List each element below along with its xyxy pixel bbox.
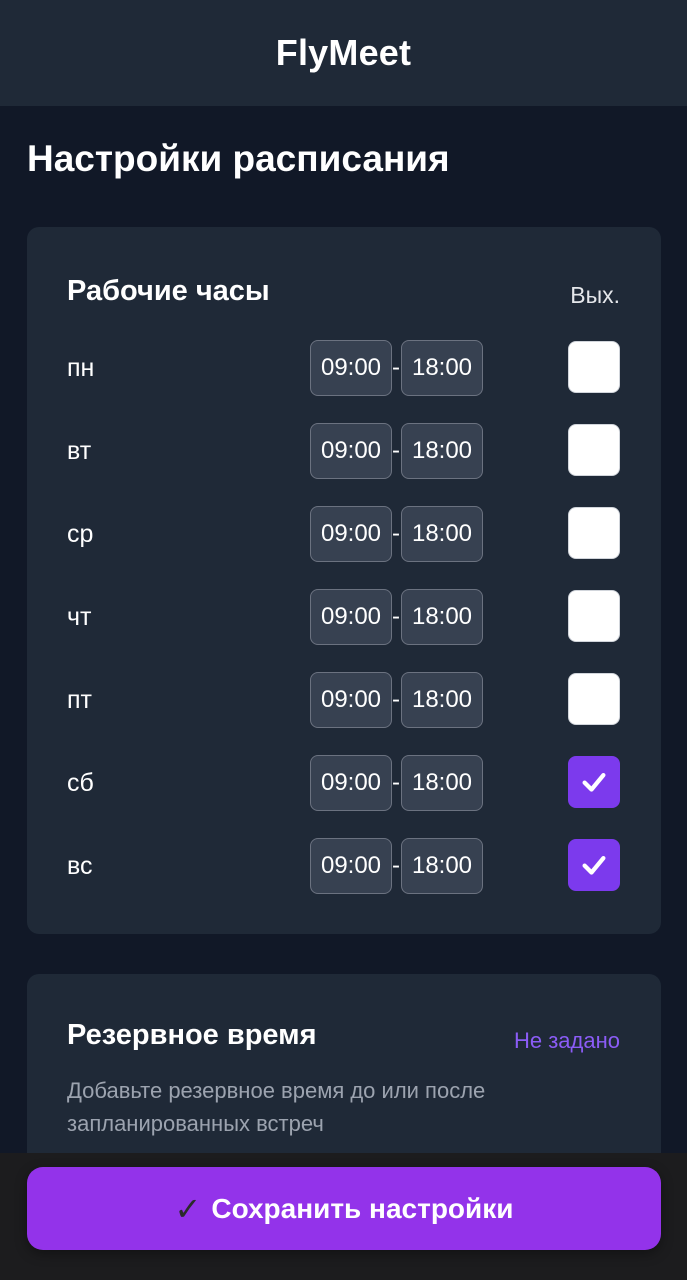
- day-row: ср 09:00-18:00: [27, 505, 661, 563]
- time-separator: -: [392, 603, 400, 630]
- buffer-time-status-link[interactable]: Не задано: [514, 1028, 620, 1054]
- end-time-input[interactable]: 18:00: [401, 755, 483, 811]
- day-off-column-header: Вых.: [570, 282, 620, 308]
- start-time-input[interactable]: 09:00: [310, 423, 392, 479]
- working-hours-card: Рабочие часы Вых. пн 09:00-18:00 вт 09:00-1…: [27, 227, 661, 934]
- day-label: пн: [67, 354, 95, 382]
- save-settings-button[interactable]: ✓ Сохранить настройки: [27, 1167, 661, 1250]
- check-icon: [582, 773, 606, 792]
- end-time-input[interactable]: 18:00: [401, 340, 483, 396]
- buffer-time-title: Резервное время: [67, 1019, 317, 1051]
- start-time-input[interactable]: 09:00: [310, 755, 392, 811]
- day-row: вс 09:00-18:00: [27, 837, 661, 895]
- app-title: FlyMeet: [275, 32, 412, 73]
- day-label: вс: [67, 852, 93, 880]
- day-off-checkbox[interactable]: [568, 507, 620, 559]
- time-separator: -: [392, 354, 400, 381]
- time-separator: -: [392, 686, 400, 713]
- end-time-input[interactable]: 18:00: [401, 506, 483, 562]
- start-time-input[interactable]: 09:00: [310, 506, 392, 562]
- day-row: пт 09:00-18:00: [27, 671, 661, 729]
- day-off-checkbox[interactable]: [568, 341, 620, 393]
- day-row: чт 09:00-18:00: [27, 588, 661, 646]
- day-label: вт: [67, 437, 92, 465]
- day-off-checkbox[interactable]: [568, 839, 620, 891]
- day-label: сб: [67, 769, 94, 797]
- day-label: чт: [67, 603, 92, 631]
- time-separator: -: [392, 769, 400, 796]
- start-time-input[interactable]: 09:00: [310, 340, 392, 396]
- day-off-checkbox[interactable]: [568, 673, 620, 725]
- app-header: FlyMeet: [0, 0, 687, 106]
- page-title: Настройки расписания: [27, 138, 450, 179]
- start-time-input[interactable]: 09:00: [310, 672, 392, 728]
- day-off-checkbox[interactable]: [568, 756, 620, 808]
- time-separator: -: [392, 520, 400, 547]
- time-separator: -: [392, 852, 400, 879]
- day-row: вт 09:00-18:00: [27, 422, 661, 480]
- check-icon: [582, 856, 606, 875]
- day-off-checkbox[interactable]: [568, 424, 620, 476]
- checkmark-icon: ✓: [174, 1190, 202, 1227]
- day-label: ср: [67, 520, 94, 548]
- end-time-input[interactable]: 18:00: [401, 838, 483, 894]
- end-time-input[interactable]: 18:00: [401, 589, 483, 645]
- day-row: сб 09:00-18:00: [27, 754, 661, 812]
- start-time-input[interactable]: 09:00: [310, 838, 392, 894]
- start-time-input[interactable]: 09:00: [310, 589, 392, 645]
- working-hours-title: Рабочие часы: [67, 275, 270, 307]
- buffer-time-description: Добавьте резервное время до или после за…: [67, 1078, 486, 1136]
- schedule-settings-page: FlyMeet Настройки расписания Рабочие час…: [0, 0, 687, 1280]
- day-row: пн 09:00-18:00: [27, 339, 661, 397]
- end-time-input[interactable]: 18:00: [401, 672, 483, 728]
- end-time-input[interactable]: 18:00: [401, 423, 483, 479]
- save-settings-label: Сохранить настройки: [211, 1192, 514, 1224]
- bottom-action-bar: ✓ Сохранить настройки: [0, 1153, 687, 1280]
- time-separator: -: [392, 437, 400, 464]
- day-off-checkbox[interactable]: [568, 590, 620, 642]
- day-label: пт: [67, 686, 92, 714]
